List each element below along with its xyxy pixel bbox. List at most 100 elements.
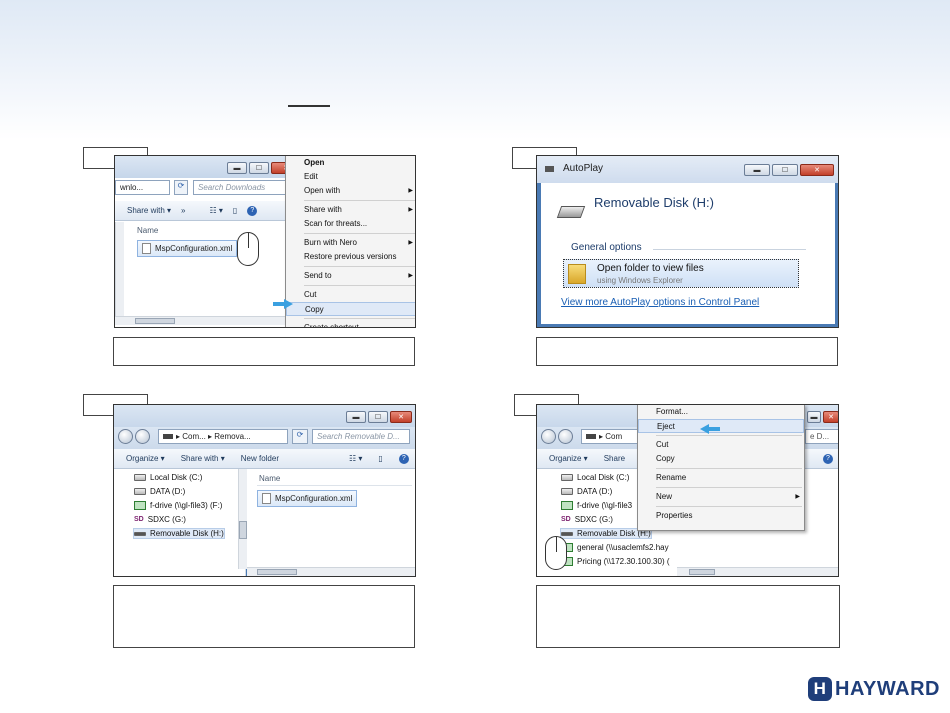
address-bar[interactable]: ▸ Com... ▸ Remova... bbox=[158, 429, 288, 444]
new-folder-button[interactable]: New folder bbox=[241, 454, 279, 463]
menu-item-rename[interactable]: Rename bbox=[638, 471, 804, 485]
preview-pane-icon[interactable]: ▯ bbox=[233, 206, 237, 215]
refresh-icon[interactable]: ⟳ bbox=[292, 429, 308, 444]
forward-button[interactable] bbox=[558, 429, 573, 444]
scroll-thumb[interactable] bbox=[135, 318, 175, 324]
share-with-button[interactable]: Share bbox=[604, 454, 625, 463]
menu-item-burn-with-nero[interactable]: Burn with Nero ▶ bbox=[286, 236, 415, 250]
tree-item-data-d[interactable]: DATA (D:) bbox=[134, 487, 185, 496]
column-header-name[interactable]: Name bbox=[137, 226, 158, 235]
tree-item-sdxc-g[interactable]: SD SDXC (G:) bbox=[561, 515, 613, 524]
horizontal-scrollbar[interactable] bbox=[677, 567, 838, 576]
menu-item-restore-previous-versions[interactable]: Restore previous versions bbox=[286, 250, 415, 264]
scroll-thumb[interactable] bbox=[239, 521, 247, 539]
tree-item-local-disk-c[interactable]: Local Disk (C:) bbox=[134, 473, 202, 482]
help-icon[interactable]: ? bbox=[823, 454, 833, 464]
view-icon[interactable]: ☷ ▾ bbox=[349, 454, 362, 463]
minimize-button[interactable]: ▬ bbox=[346, 411, 366, 423]
search-input[interactable]: e D... bbox=[805, 429, 838, 444]
window-title: AutoPlay bbox=[563, 163, 604, 174]
menu-item-format[interactable]: Format... bbox=[638, 405, 804, 419]
menu-item-eject[interactable]: Eject bbox=[638, 419, 804, 433]
tree-item-removable-disk-h[interactable]: Removable Disk (H:) bbox=[133, 528, 225, 539]
file-name: MspConfiguration.xml bbox=[155, 244, 233, 253]
view-icon[interactable]: ☷ ▾ bbox=[210, 206, 223, 215]
column-header-name[interactable]: Name bbox=[259, 474, 280, 483]
menu-item-share-with[interactable]: Share with ▶ bbox=[286, 203, 415, 217]
tree-item-label: Local Disk (C:) bbox=[577, 473, 630, 482]
close-button[interactable]: ✕ bbox=[800, 164, 834, 176]
autoplay-options-link[interactable]: View more AutoPlay options in Control Pa… bbox=[561, 297, 759, 308]
tree-item-pricing-172-30-100-30[interactable]: Pricing (\\172.30.100.30) ( bbox=[561, 557, 670, 566]
toolbar: Share with ▾ » ☷ ▾ ▯ ? bbox=[115, 201, 287, 221]
search-input[interactable]: Search Downloads bbox=[193, 180, 287, 195]
option-title: Open folder to view files bbox=[597, 263, 704, 274]
tree-item-general-usaclemfs2-hay[interactable]: general (\\usaclemfs2.hay bbox=[561, 543, 669, 552]
forward-button[interactable] bbox=[135, 429, 150, 444]
menu-item-cut[interactable]: Cut bbox=[638, 438, 804, 452]
sd-card-icon: SD bbox=[561, 516, 571, 523]
menu-item-open[interactable]: Open bbox=[286, 156, 415, 170]
menu-item-copy[interactable]: Copy bbox=[286, 302, 415, 316]
context-menu: Format... Eject Cut Copy Rename New ▶ Propertie… bbox=[637, 405, 805, 531]
menu-item-copy[interactable]: Copy bbox=[638, 452, 804, 466]
menu-item-label: Send to bbox=[304, 271, 332, 280]
organize-button[interactable]: Organize ▾ bbox=[126, 454, 165, 463]
more-button[interactable]: » bbox=[181, 206, 185, 215]
back-button[interactable] bbox=[541, 429, 556, 444]
vertical-scrollbar[interactable] bbox=[115, 222, 124, 322]
local-disk-icon bbox=[134, 474, 146, 481]
close-button[interactable]: ✕ bbox=[823, 411, 838, 423]
tree-item-local-disk-c[interactable]: Local Disk (C:) bbox=[561, 473, 629, 482]
close-button[interactable]: ✕ bbox=[390, 411, 412, 423]
menu-item-open-with[interactable]: Open with ▶ bbox=[286, 184, 415, 198]
tree-item-data-d[interactable]: DATA (D:) bbox=[561, 487, 612, 496]
tree-item-label: DATA (D:) bbox=[150, 487, 186, 496]
file-item-mspconfiguration[interactable]: MspConfiguration.xml bbox=[137, 240, 238, 257]
share-with-button[interactable]: Share with ▾ bbox=[127, 206, 171, 215]
open-folder-option[interactable]: Open folder to view files using Windows … bbox=[563, 259, 799, 288]
help-icon[interactable]: ? bbox=[247, 205, 258, 216]
preview-pane-icon[interactable]: ▯ bbox=[378, 454, 382, 463]
search-input[interactable]: Search Removable D... bbox=[312, 429, 410, 444]
organize-button[interactable]: Organize ▾ bbox=[549, 454, 588, 463]
tree-item-f-drive-gl-file3[interactable]: f-drive (\\gl-file3 bbox=[561, 501, 632, 510]
menu-item-new[interactable]: New ▶ bbox=[638, 490, 804, 504]
address-bar[interactable]: ▸ Com bbox=[581, 429, 641, 444]
maximize-button[interactable]: ☐ bbox=[249, 162, 269, 174]
menu-item-label: Share with bbox=[304, 205, 342, 214]
address-text: ▸ Com bbox=[599, 432, 623, 441]
screenshot-autoplay: AutoPlay ▬ ☐ ✕ Removable Disk (H:) Gener… bbox=[536, 155, 839, 328]
tree-item-sdxc-g[interactable]: SD SDXC (G:) bbox=[134, 515, 186, 524]
caption-box-4 bbox=[536, 585, 840, 648]
help-icon[interactable]: ? bbox=[398, 453, 409, 464]
horizontal-scrollbar[interactable] bbox=[247, 567, 415, 576]
minimize-button[interactable]: ▬ bbox=[807, 411, 821, 423]
menu-item-properties[interactable]: Properties bbox=[638, 509, 804, 523]
file-item-mspconfiguration[interactable]: MspConfiguration.xml bbox=[257, 490, 358, 507]
maximize-button[interactable]: ☐ bbox=[772, 164, 798, 176]
scroll-thumb[interactable] bbox=[689, 569, 715, 575]
nav-pane-scrollbar[interactable] bbox=[238, 469, 247, 569]
menu-item-scan-for-threats[interactable]: Scan for threats... bbox=[286, 217, 415, 231]
minimize-button[interactable]: ▬ bbox=[744, 164, 770, 176]
minimize-button[interactable]: ▬ bbox=[227, 162, 247, 174]
menu-item-label: Cut bbox=[304, 290, 317, 299]
share-with-button[interactable]: Share with ▾ bbox=[181, 454, 225, 463]
menu-item-send-to[interactable]: Send to ▶ bbox=[286, 269, 415, 283]
address-bar[interactable]: wnlo... bbox=[115, 180, 170, 195]
menu-item-create-shortcut[interactable]: Create shortcut bbox=[286, 321, 415, 327]
maximize-button[interactable]: ☐ bbox=[368, 411, 388, 423]
back-button[interactable] bbox=[118, 429, 133, 444]
tree-item-f-drive-gl-file3-f[interactable]: f-drive (\\gl-file3) (F:) bbox=[134, 501, 222, 510]
window-controls: ▬ ☐ ✕ bbox=[744, 164, 834, 176]
horizontal-scrollbar[interactable] bbox=[115, 316, 287, 325]
menu-item-label: Cut bbox=[656, 440, 669, 449]
menu-item-cut[interactable]: Cut bbox=[286, 288, 415, 302]
drive-icon bbox=[561, 488, 573, 495]
refresh-icon[interactable]: ⟳ bbox=[174, 180, 188, 195]
scroll-thumb[interactable] bbox=[257, 569, 297, 575]
menu-item-edit[interactable]: Edit bbox=[286, 170, 415, 184]
menu-item-label: Copy bbox=[656, 454, 675, 463]
menu-separator bbox=[304, 285, 415, 286]
